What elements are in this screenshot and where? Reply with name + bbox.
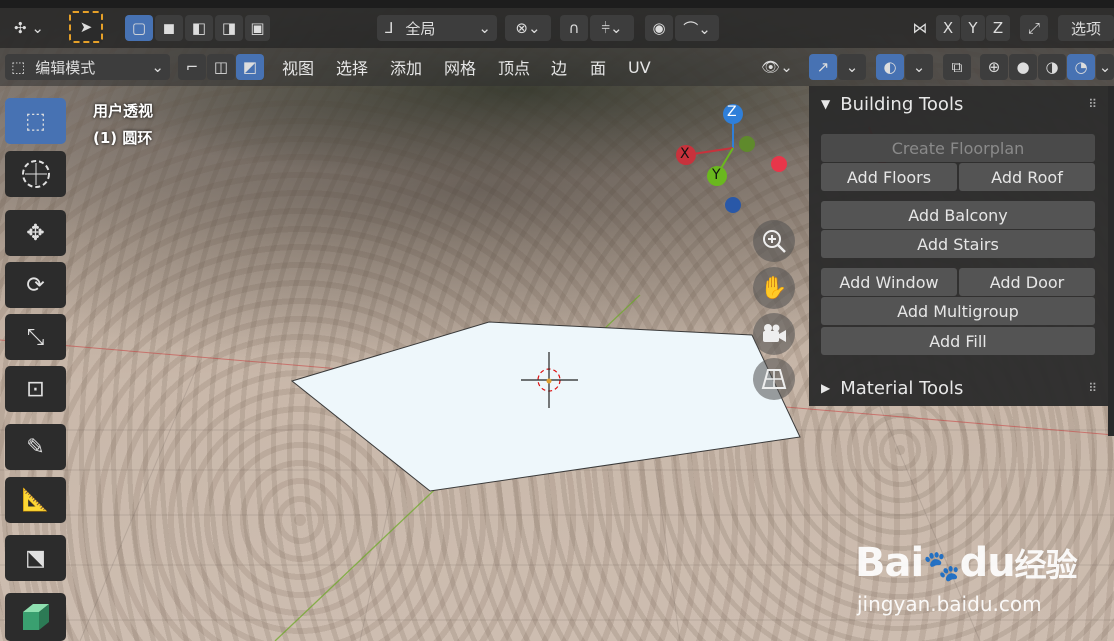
gizmo-z-label: Z: [727, 104, 737, 120]
measure-tool-icon[interactable]: 📐: [5, 477, 66, 523]
proportional-edit-icon[interactable]: ◉: [645, 15, 673, 41]
select-cursor-icon[interactable]: ➤: [69, 11, 103, 43]
material-tools-header[interactable]: ▶ Material Tools ⠿: [809, 370, 1109, 406]
add-multigroup-button[interactable]: Add Multigroup: [821, 297, 1095, 325]
material-tools-title: Material Tools: [840, 377, 964, 399]
select-intersect-icon[interactable]: ▣: [245, 15, 270, 41]
falloff-icon[interactable]: ⌒⌄: [675, 15, 719, 41]
transform-orientation-label: 全局: [405, 19, 436, 38]
menu-add[interactable]: 添加: [390, 48, 422, 86]
edge-select-icon[interactable]: ◫: [207, 54, 235, 80]
chevron-down-icon: ⌄: [478, 19, 491, 37]
overlay-toggle-icon[interactable]: ◐: [876, 54, 904, 80]
gizmo-dropdown-icon[interactable]: ⌄: [838, 54, 866, 80]
pivot-point-icon[interactable]: ⊗⌄: [505, 15, 551, 41]
add-floors-button[interactable]: Add Floors: [821, 163, 957, 191]
annotate-tool-icon[interactable]: ✎: [5, 424, 66, 470]
axis-y-toggle[interactable]: Y: [961, 15, 985, 41]
gizmo-y-label: Y: [712, 167, 721, 183]
watermark-suffix: 经验: [1014, 546, 1078, 584]
plane-mesh: [290, 321, 801, 492]
gizmo-toggle-icon[interactable]: ↗: [809, 54, 837, 80]
add-roof-button[interactable]: Add Roof: [959, 163, 1095, 191]
top-strip: [0, 0, 1114, 8]
material-shading-icon[interactable]: ◑: [1038, 54, 1066, 80]
visibility-eye-icon[interactable]: 👁⌄: [755, 54, 799, 80]
pan-hand-icon[interactable]: ✋: [753, 267, 795, 309]
gizmo-x-label: X: [680, 146, 690, 162]
sidebar-scrollbar[interactable]: [1108, 86, 1114, 436]
xray-toggle-icon[interactable]: ⧉: [943, 54, 971, 80]
editor-type-icon[interactable]: ✣ ⌄: [8, 15, 50, 41]
select-subtract-icon[interactable]: ◧: [185, 15, 213, 41]
chevron-down-icon: ⌄: [151, 58, 164, 76]
viewport-header: ⬚ 编辑模式 ⌄ ⌐ ◫ ◩ 视图 选择 添加 网格 顶点 边 面 UV 👁⌄ …: [0, 48, 1114, 86]
object-label: (1) 圆环: [93, 129, 153, 147]
overlay-dropdown-icon[interactable]: ⌄: [905, 54, 933, 80]
drag-handle-icon[interactable]: ⠿: [1088, 381, 1097, 395]
mode-select[interactable]: ⬚ 编辑模式 ⌄: [5, 54, 170, 80]
menu-vertex[interactable]: 顶点: [498, 48, 530, 86]
move-tool-icon[interactable]: ✥: [5, 210, 66, 256]
mirror-icon[interactable]: ⋈: [906, 15, 934, 41]
drag-handle-icon[interactable]: ⠿: [1088, 97, 1097, 111]
watermark-brand: Bai: [855, 540, 924, 586]
select-extend-icon[interactable]: ◼: [155, 15, 183, 41]
shading-dropdown-icon[interactable]: ⌄: [1096, 54, 1114, 80]
menu-edge[interactable]: 边: [551, 48, 567, 86]
transform-tool-icon[interactable]: ⊡: [5, 366, 66, 412]
add-cube-tool-icon[interactable]: ⬔: [5, 535, 66, 581]
view-name: 用户透视: [93, 102, 154, 120]
select-new-icon[interactable]: ▢: [125, 15, 153, 41]
menu-uv[interactable]: UV: [628, 48, 651, 86]
zoom-icon[interactable]: [753, 220, 795, 262]
wireframe-shading-icon[interactable]: ⊕: [980, 54, 1008, 80]
solid-shading-icon[interactable]: ●: [1009, 54, 1037, 80]
select-box-tool-icon[interactable]: ⬚: [5, 98, 66, 144]
extrude-tool-icon[interactable]: [5, 593, 66, 641]
uv-sync-icon[interactable]: ⤢: [1020, 15, 1048, 41]
watermark-url: jingyan.baidu.com: [857, 592, 1042, 616]
add-door-button[interactable]: Add Door: [959, 268, 1095, 296]
mode-label: 编辑模式: [35, 58, 96, 77]
tool-header: ✣ ⌄ ➤ ▢ ◼ ◧ ◨ ▣ ⅃ 全局 ⌄ ⊗⌄ ∩ ⫩⌄ ◉ ⌒⌄ ⋈ X …: [0, 8, 1114, 48]
paw-icon: 🐾: [923, 549, 960, 584]
menu-face[interactable]: 面: [590, 48, 606, 86]
collapse-triangle-icon: ▶: [821, 381, 831, 395]
rotate-tool-icon[interactable]: ⟳: [5, 262, 66, 308]
axis-z-toggle[interactable]: Z: [986, 15, 1010, 41]
menu-view[interactable]: 视图: [282, 48, 314, 86]
vertex-select-icon[interactable]: ⌐: [178, 54, 206, 80]
snap-toggle-icon[interactable]: ∩: [560, 15, 588, 41]
snap-target-icon[interactable]: ⫩⌄: [590, 15, 634, 41]
building-tools-panel: ▼ Building Tools ⠿ Create Floorplan Add …: [809, 86, 1109, 406]
add-balcony-button[interactable]: Add Balcony: [821, 201, 1095, 229]
create-floorplan-button[interactable]: Create Floorplan: [821, 134, 1095, 162]
add-stairs-button[interactable]: Add Stairs: [821, 230, 1095, 258]
expand-triangle-icon: ▼: [821, 97, 831, 111]
building-tools-title: Building Tools: [840, 93, 964, 115]
transform-orientation-select[interactable]: ⅃ 全局 ⌄: [377, 15, 497, 41]
building-tools-header[interactable]: ▼ Building Tools ⠿: [809, 86, 1109, 122]
orientation-icon: ⅃: [385, 19, 394, 37]
cursor-tool-icon[interactable]: [5, 151, 66, 197]
camera-icon[interactable]: [753, 313, 795, 355]
add-window-button[interactable]: Add Window: [821, 268, 957, 296]
menu-mesh[interactable]: 网格: [444, 48, 476, 86]
watermark-brand2: du: [959, 540, 1016, 586]
edit-mode-icon: ⬚: [11, 58, 26, 76]
perspective-grid-icon[interactable]: [753, 358, 795, 400]
rendered-shading-icon[interactable]: ◔: [1067, 54, 1095, 80]
baidu-watermark: Bai🐾du经验 jingyan.baidu.com: [855, 540, 1105, 620]
scale-tool-icon[interactable]: ⤡: [5, 314, 66, 360]
select-difference-icon[interactable]: ◨: [215, 15, 243, 41]
add-fill-button[interactable]: Add Fill: [821, 327, 1095, 355]
axis-x-toggle[interactable]: X: [936, 15, 960, 41]
face-select-icon[interactable]: ◩: [236, 54, 264, 80]
menu-select[interactable]: 选择: [336, 48, 368, 86]
options-button[interactable]: 选项: [1058, 15, 1114, 41]
